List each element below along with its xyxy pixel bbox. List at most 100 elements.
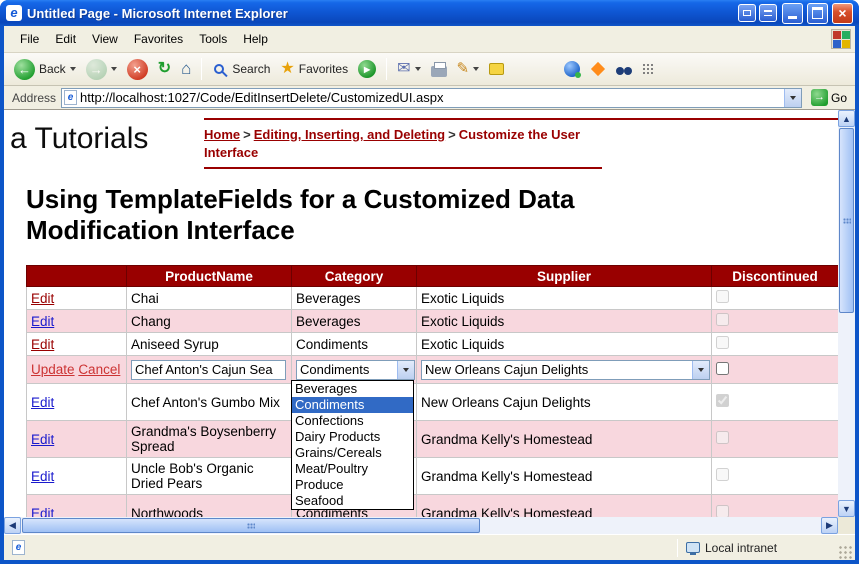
titlebar-extra-button-1[interactable] — [738, 4, 756, 22]
menu-item-view[interactable]: View — [84, 28, 126, 50]
refresh-button[interactable]: ↻ — [154, 59, 175, 79]
product-name-input[interactable] — [131, 360, 286, 380]
edit-link[interactable]: Edit — [31, 291, 54, 306]
breadcrumb-section-link[interactable]: Editing, Inserting, and Deleting — [254, 127, 445, 142]
ie-page-icon: e — [6, 5, 22, 21]
edit-link[interactable]: Edit — [31, 337, 54, 352]
search-button[interactable]: Search — [208, 60, 274, 78]
vertical-scrollbar[interactable]: ▲ ▼ — [838, 110, 855, 517]
favorites-button[interactable]: ★ Favorites — [276, 59, 352, 79]
menu-item-tools[interactable]: Tools — [191, 28, 235, 50]
grid-header-supplier: Supplier — [417, 266, 712, 287]
cancel-link[interactable]: Cancel — [78, 362, 120, 377]
edit-link[interactable]: Edit — [31, 506, 54, 518]
forward-button[interactable]: → — [82, 57, 121, 82]
messenger-button[interactable] — [560, 59, 584, 79]
edit-link[interactable]: Edit — [31, 432, 54, 447]
page-heading: Using TemplateFields for a Customized Da… — [26, 184, 616, 246]
chevron-down-icon — [790, 96, 796, 100]
toolbar-separator — [386, 58, 387, 80]
dropdown-option[interactable]: Seafood — [292, 493, 413, 509]
binoculars-icon — [616, 67, 632, 75]
supplier-select[interactable]: New Orleans Cajun Delights — [421, 360, 710, 380]
research-button[interactable] — [612, 61, 636, 77]
go-button[interactable]: → Go — [807, 89, 851, 106]
minimize-button[interactable] — [782, 3, 803, 24]
chevron-down-icon — [111, 67, 117, 71]
titlebar[interactable]: e Untitled Page - Microsoft Internet Exp… — [0, 0, 859, 26]
address-label: Address — [12, 91, 56, 105]
discontinued-checkbox[interactable] — [716, 362, 729, 375]
edit-link[interactable]: Edit — [31, 314, 54, 329]
status-page-icon: e — [12, 540, 25, 555]
security-zone-pane: Local intranet — [678, 541, 838, 555]
close-button[interactable]: × — [832, 3, 853, 24]
address-dropdown-button[interactable] — [784, 89, 801, 107]
go-arrow-icon: → — [811, 89, 828, 106]
discuss-icon — [489, 63, 504, 75]
supplier-cell: Exotic Liquids — [417, 333, 712, 356]
back-button[interactable]: ← Back — [10, 57, 80, 82]
category-select[interactable]: Condiments — [296, 360, 415, 380]
refresh-icon: ↻ — [158, 61, 171, 77]
page-icon: e — [64, 90, 77, 105]
menu-item-edit[interactable]: Edit — [47, 28, 84, 50]
dots-grid-icon — [642, 63, 655, 76]
dropdown-option[interactable]: Grains/Cereals — [292, 445, 413, 461]
dropdown-option[interactable]: Meat/Poultry — [292, 461, 413, 477]
scroll-up-button[interactable]: ▲ — [838, 110, 855, 127]
edit-link[interactable]: Edit — [31, 469, 54, 484]
media-button[interactable]: ▶ — [354, 58, 380, 80]
product-cell: Northwoods — [127, 495, 292, 518]
mail-button[interactable]: ✉ — [393, 59, 424, 79]
grid-header-category: Category — [292, 266, 417, 287]
go-label: Go — [831, 91, 847, 105]
print-button[interactable] — [427, 60, 451, 79]
discontinued-checkbox — [716, 336, 729, 349]
address-input[interactable] — [80, 90, 784, 106]
dropdown-option[interactable]: Confections — [292, 413, 413, 429]
menu-item-favorites[interactable]: Favorites — [126, 28, 191, 50]
discontinued-checkbox — [716, 290, 729, 303]
titlebar-extra-button-2[interactable] — [759, 4, 777, 22]
scroll-left-button[interactable]: ◀ — [4, 517, 21, 534]
horizontal-scrollbar[interactable]: ◀ ▶ — [4, 517, 838, 534]
stop-icon: × — [127, 59, 148, 80]
edit-link[interactable]: Edit — [31, 395, 54, 410]
menu-item-help[interactable]: Help — [235, 28, 276, 50]
grid-header-discontinued: Discontinued — [712, 266, 839, 287]
address-bar: Address e → Go — [4, 86, 855, 110]
resize-grip[interactable] — [838, 545, 853, 560]
grid-tool-button[interactable] — [638, 61, 659, 78]
menu-item-file[interactable]: File — [12, 28, 47, 50]
dropdown-option-selected[interactable]: Condiments — [292, 397, 413, 413]
update-link[interactable]: Update — [31, 362, 75, 377]
grid-header-row: ProductName Category Supplier Discontinu… — [27, 266, 839, 287]
edit-page-button[interactable]: ✎ — [453, 59, 484, 79]
dropdown-option[interactable]: Dairy Products — [292, 429, 413, 445]
scroll-down-button[interactable]: ▼ — [838, 500, 855, 517]
toolbar: ← Back → × ↻ ⌂ Search ★ — [4, 53, 855, 86]
discontinued-checkbox — [716, 505, 729, 517]
diamond-icon — [591, 62, 605, 76]
dropdown-option[interactable]: Beverages — [292, 381, 413, 397]
product-cell: Chai — [127, 287, 292, 310]
grid-row: Edit Chef Anton's Gumbo Mix New Orleans … — [27, 384, 839, 421]
dropdown-option[interactable]: Produce — [292, 477, 413, 493]
scroll-right-button[interactable]: ▶ — [821, 517, 838, 534]
maximize-button[interactable] — [807, 3, 828, 24]
select-dropdown-button[interactable] — [692, 361, 709, 379]
header-rule — [204, 118, 838, 120]
toolbar-separator — [201, 58, 202, 80]
vertical-scroll-thumb[interactable] — [839, 128, 854, 313]
home-button[interactable]: ⌂ — [177, 59, 195, 79]
select-dropdown-button[interactable] — [397, 361, 414, 379]
discuss-button[interactable] — [485, 61, 508, 77]
stop-button[interactable]: × — [123, 57, 152, 82]
chevron-down-icon — [473, 67, 479, 71]
horizontal-scroll-thumb[interactable] — [22, 518, 480, 533]
breadcrumb-home-link[interactable]: Home — [204, 127, 240, 142]
star-icon: ★ — [280, 61, 294, 77]
highlight-button[interactable] — [586, 59, 610, 79]
grid-row: Edit Chai Beverages Exotic Liquids — [27, 287, 839, 310]
